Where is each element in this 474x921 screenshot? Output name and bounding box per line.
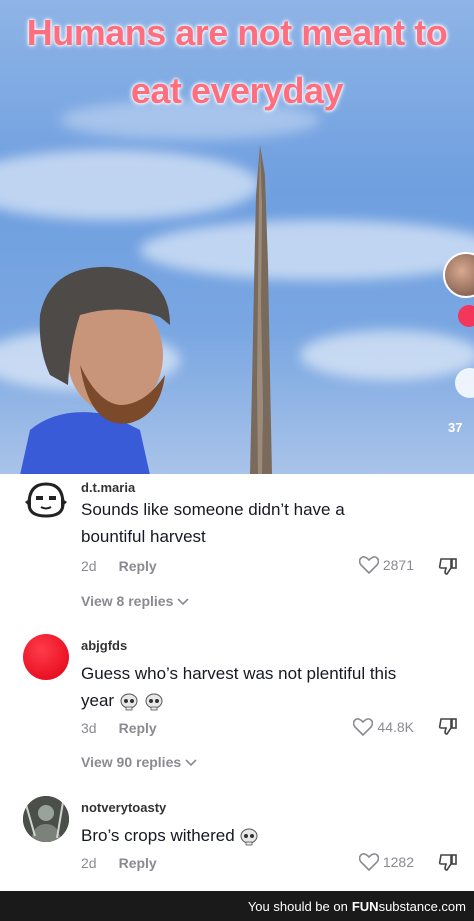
comment-text-word: year bbox=[81, 691, 115, 710]
view-replies-button[interactable]: View 90 replies bbox=[81, 754, 197, 770]
heart-outline-icon bbox=[358, 853, 379, 871]
side-like-button[interactable] bbox=[455, 368, 474, 398]
profile-photo-icon bbox=[23, 796, 69, 842]
video-frame[interactable]: Humans are not meant to eat everyday 37 bbox=[0, 0, 474, 474]
avatar[interactable] bbox=[23, 634, 69, 680]
cloud bbox=[300, 330, 474, 380]
avatar[interactable] bbox=[23, 476, 69, 522]
comment-text-line: year bbox=[81, 687, 461, 714]
heart-outline-icon bbox=[358, 556, 379, 574]
like-button[interactable]: 44.8K bbox=[353, 718, 414, 736]
reply-button[interactable]: Reply bbox=[119, 855, 157, 871]
chevron-down-icon bbox=[177, 598, 189, 606]
comment-meta: 2d Reply bbox=[81, 558, 157, 574]
dislike-icon[interactable] bbox=[438, 852, 458, 872]
footer-brand-rest: substance.com bbox=[378, 898, 466, 914]
man-with-beanie bbox=[20, 266, 170, 474]
avatar[interactable] bbox=[23, 796, 69, 842]
comment-text: Sounds like someone didn’t have a bounti… bbox=[81, 500, 345, 546]
comment-age: 3d bbox=[81, 720, 97, 736]
video-caption-line-2: eat everyday bbox=[130, 70, 344, 111]
view-replies-label: View 8 replies bbox=[81, 593, 174, 609]
reply-button[interactable]: Reply bbox=[119, 720, 157, 736]
skull-emoji-icon bbox=[145, 693, 163, 710]
comment-username[interactable]: d.t.maria bbox=[81, 480, 135, 495]
footer-brand-fun: FUN bbox=[351, 898, 379, 914]
side-like-count: 37 bbox=[448, 420, 463, 435]
skull-emoji-icon bbox=[240, 828, 258, 845]
comment-text-content: Bro’s crops withered bbox=[81, 826, 235, 845]
comment-username[interactable]: abjgfds bbox=[81, 638, 127, 653]
video-caption-line-1: Humans are not meant to bbox=[26, 12, 448, 53]
like-count: 2871 bbox=[382, 557, 414, 573]
comment-meta: 2d Reply bbox=[81, 855, 157, 871]
follow-button[interactable] bbox=[458, 305, 474, 327]
like-count: 1282 bbox=[382, 854, 414, 870]
cloud bbox=[0, 150, 260, 220]
comment-meta: 3d Reply bbox=[81, 720, 157, 736]
screenshot: Humans are not meant to eat everyday 37 … bbox=[0, 0, 474, 921]
watermark-footer: You should be on FUN substance.com bbox=[0, 891, 474, 921]
comment-text: Guess who’s harvest was not plentiful th… bbox=[81, 660, 461, 714]
dislike-icon[interactable] bbox=[438, 556, 458, 576]
like-button[interactable]: 1282 bbox=[358, 853, 414, 871]
dislike-icon[interactable] bbox=[438, 716, 458, 736]
chevron-down-icon bbox=[185, 759, 197, 767]
footer-prefix: You should be on bbox=[247, 898, 348, 914]
comment-age: 2d bbox=[81, 855, 97, 871]
comment-text-line: Guess who’s harvest was not plentiful th… bbox=[81, 664, 397, 683]
comment-text: Bro’s crops withered bbox=[81, 822, 461, 849]
comment-age: 2d bbox=[81, 558, 97, 574]
wooden-spear bbox=[250, 145, 272, 474]
skull-emoji-icon bbox=[120, 693, 138, 710]
comment-username[interactable]: notverytoasty bbox=[81, 800, 166, 815]
view-replies-label: View 90 replies bbox=[81, 754, 182, 770]
reply-button[interactable]: Reply bbox=[119, 558, 157, 574]
ghost-avatar-icon bbox=[23, 476, 69, 522]
view-replies-button[interactable]: View 8 replies bbox=[81, 593, 189, 609]
like-button[interactable]: 2871 bbox=[358, 556, 414, 574]
like-count: 44.8K bbox=[377, 719, 414, 735]
heart-outline-icon bbox=[353, 718, 374, 736]
